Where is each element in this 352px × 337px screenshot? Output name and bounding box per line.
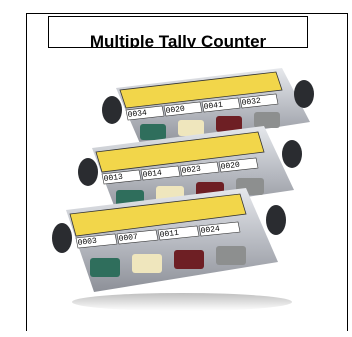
tally-counter-photo: 0034 0020 0041 0032 0013 0014 0023 0020 … xyxy=(52,68,314,311)
tally-key-cream[interactable] xyxy=(132,254,162,273)
tally-key-cream[interactable] xyxy=(178,120,204,136)
page-title: Multiple Tally Counter xyxy=(89,32,267,48)
end-knob-right xyxy=(294,80,314,108)
end-knob-right xyxy=(266,205,286,235)
end-knob-left xyxy=(102,96,122,124)
page-frame: Multiple Tally Counter 0034 0020 0041 00… xyxy=(6,6,348,331)
border-top xyxy=(26,13,348,14)
tally-key-gray[interactable] xyxy=(216,246,246,265)
border-right xyxy=(347,13,348,331)
tally-key-green[interactable] xyxy=(90,258,120,277)
end-knob-left xyxy=(78,158,98,186)
title-box: Multiple Tally Counter xyxy=(48,16,308,48)
tally-key-red[interactable] xyxy=(174,250,204,269)
tally-key-green[interactable] xyxy=(140,124,166,140)
counter-row-bottom: 0003 0007 0011 0024 xyxy=(52,188,286,292)
floor-shadow xyxy=(72,293,292,311)
end-knob-left xyxy=(52,223,72,253)
end-knob-right xyxy=(282,140,302,168)
tally-key-gray[interactable] xyxy=(254,112,280,128)
border-left xyxy=(26,13,27,331)
